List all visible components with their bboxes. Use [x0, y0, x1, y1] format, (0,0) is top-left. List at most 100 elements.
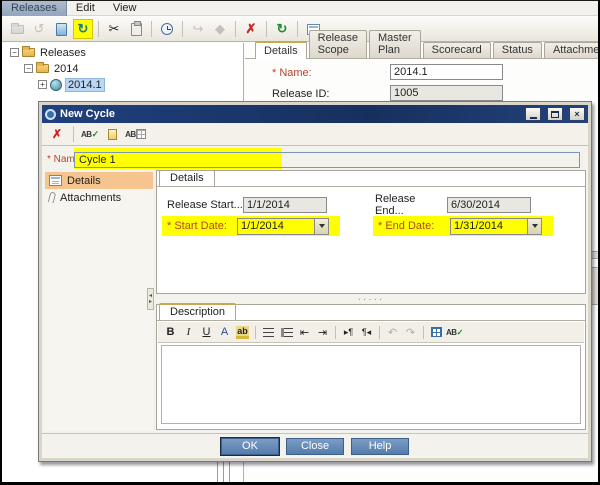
- description-tab-strip: Description: [157, 303, 585, 321]
- minimize-button[interactable]: [525, 107, 541, 121]
- bold-icon[interactable]: B: [162, 324, 179, 340]
- sidebar-item-label: Attachments: [60, 191, 122, 204]
- details-box: Details Release Start... 1/1/2014 Releas…: [156, 170, 586, 294]
- tree-item-releases[interactable]: − Releases: [2, 46, 243, 59]
- expand-icon[interactable]: +: [38, 80, 47, 89]
- tab-cycle-details[interactable]: Details: [159, 170, 215, 186]
- maximize-button[interactable]: [547, 107, 563, 121]
- refresh-icon[interactable]: ↻: [272, 19, 292, 39]
- redo-icon[interactable]: ↷: [402, 324, 419, 340]
- end-date-dropdown-button[interactable]: [527, 218, 541, 234]
- release-dates-row: Release Start... 1/1/2014 Release End...…: [167, 193, 577, 217]
- thesaurus-icon[interactable]: [103, 125, 121, 143]
- paste-icon[interactable]: [126, 19, 146, 39]
- sidebar-item-details[interactable]: Details: [45, 172, 153, 189]
- milestone-icon[interactable]: ◆: [210, 19, 230, 39]
- tree-item-2014-1[interactable]: + 2014.1: [2, 77, 243, 92]
- outdent-icon[interactable]: ⇤: [296, 324, 313, 340]
- start-date-label: * Start Date:: [167, 220, 227, 232]
- clear-all-fields-icon[interactable]: ✗: [48, 125, 66, 143]
- bullet-list-icon[interactable]: [260, 324, 277, 340]
- new-cycle-dialog: New Cycle × ✗ AB ✓ AB * Name: Cycle 1 Det…: [38, 101, 592, 462]
- indent-icon[interactable]: ⇥: [314, 324, 331, 340]
- tab-release-scope[interactable]: Release Scope: [308, 30, 367, 58]
- chevron-down-icon: [531, 224, 538, 228]
- collapse-icon[interactable]: −: [10, 48, 19, 57]
- tree-label[interactable]: Releases: [38, 47, 88, 59]
- font-color-icon[interactable]: A: [216, 324, 233, 340]
- description-editor[interactable]: [161, 345, 581, 424]
- italic-icon[interactable]: I: [180, 324, 197, 340]
- scrollbar-thumb[interactable]: [591, 267, 598, 305]
- start-date-combo[interactable]: 1/1/2014: [237, 217, 329, 235]
- underline-icon[interactable]: U: [198, 324, 215, 340]
- end-date-value[interactable]: 1/31/2014: [451, 219, 527, 234]
- timeline-icon[interactable]: [157, 19, 177, 39]
- toolbar-separator: [235, 21, 236, 37]
- scrollbar-button[interactable]: [591, 251, 598, 259]
- help-button[interactable]: Help: [351, 437, 409, 455]
- delete-icon[interactable]: ✗: [241, 19, 261, 39]
- go-to-icon[interactable]: ↪: [188, 19, 208, 39]
- end-date-field: * End Date: 1/31/2014: [373, 216, 553, 236]
- menu-view[interactable]: View: [104, 1, 146, 16]
- spell-check-icon[interactable]: AB ✓: [81, 125, 99, 143]
- tab-description[interactable]: Description: [159, 303, 237, 320]
- toolbar-separator: [182, 21, 183, 37]
- right-to-left-icon[interactable]: ¶◂: [358, 324, 375, 340]
- tree-label-selected[interactable]: 2014.1: [65, 77, 105, 92]
- spell-check-icon[interactable]: AB ✓: [446, 324, 463, 340]
- insert-table-icon[interactable]: [428, 324, 445, 340]
- new-release-wizard-icon[interactable]: ↺: [29, 19, 49, 39]
- gantt-gridline: [217, 462, 218, 482]
- new-release-icon[interactable]: [51, 19, 71, 39]
- close-button[interactable]: ×: [569, 107, 585, 121]
- collapse-icon[interactable]: −: [24, 64, 33, 73]
- highlight-icon[interactable]: ab: [234, 324, 251, 340]
- paperclip-icon: [47, 191, 57, 204]
- details-form-icon: [49, 175, 62, 186]
- numbered-list-icon[interactable]: [278, 324, 295, 340]
- spelling-options-icon[interactable]: AB: [125, 125, 146, 143]
- release-id-input: 1005: [390, 85, 503, 101]
- tab-status[interactable]: Status: [492, 42, 542, 58]
- menu-releases[interactable]: Releases: [2, 1, 67, 16]
- toolbar-separator: [98, 21, 99, 37]
- release-end-input: 6/30/2014: [447, 197, 531, 213]
- toolbar-separator: [73, 126, 74, 142]
- gantt-gridline: [229, 462, 230, 482]
- cycle-name-row: * Name: Cycle 1: [42, 148, 588, 170]
- tab-details[interactable]: Details: [255, 41, 307, 59]
- sidebar-item-label: Details: [67, 174, 101, 187]
- tab-scorecard[interactable]: Scorecard: [422, 42, 491, 58]
- undo-icon[interactable]: ↶: [384, 324, 401, 340]
- folder-icon: [36, 62, 49, 73]
- cut-icon[interactable]: ✂: [104, 19, 124, 39]
- tree-item-2014[interactable]: − 2014: [2, 62, 243, 75]
- details-tab-strip: Details: [157, 170, 585, 187]
- toolbar-separator: [335, 325, 336, 339]
- menu-edit[interactable]: Edit: [67, 1, 104, 16]
- release-name-label: * Name:: [272, 67, 312, 79]
- new-release-folder-icon[interactable]: [7, 19, 27, 39]
- close-button[interactable]: Close: [286, 437, 344, 455]
- tab-attachments[interactable]: Attachments: [543, 42, 598, 58]
- richtext-toolbar: B I U A ab ⇤ ⇥ ▸¶ ¶◂ ↶ ↷ AB ✓: [158, 322, 584, 343]
- release-name-input[interactable]: 2014.1: [390, 64, 503, 80]
- end-date-combo[interactable]: 1/31/2014: [450, 217, 542, 235]
- dialog-titlebar[interactable]: New Cycle ×: [42, 105, 588, 123]
- new-cycle-icon[interactable]: ↻: [73, 19, 93, 39]
- ok-button[interactable]: OK: [220, 436, 280, 456]
- tree-label[interactable]: 2014: [52, 63, 80, 75]
- alm-releases-window: Releases Edit View ↺ ↻ ✂ ↪ ◆ ✗ ↻ − Relea…: [0, 0, 600, 485]
- sidebar-item-attachments[interactable]: Attachments: [45, 189, 153, 206]
- folder-icon: [22, 46, 35, 57]
- cycle-name-input[interactable]: Cycle 1: [74, 152, 580, 168]
- left-to-right-icon[interactable]: ▸¶: [340, 324, 357, 340]
- sidebar-collapse-handle[interactable]: ◂ ▸: [147, 288, 154, 310]
- start-date-dropdown-button[interactable]: [314, 218, 328, 234]
- gantt-gridline: [223, 462, 224, 482]
- toolbar-separator: [297, 21, 298, 37]
- tab-master-plan[interactable]: Master Plan: [368, 30, 421, 58]
- start-date-value[interactable]: 1/1/2014: [238, 219, 314, 234]
